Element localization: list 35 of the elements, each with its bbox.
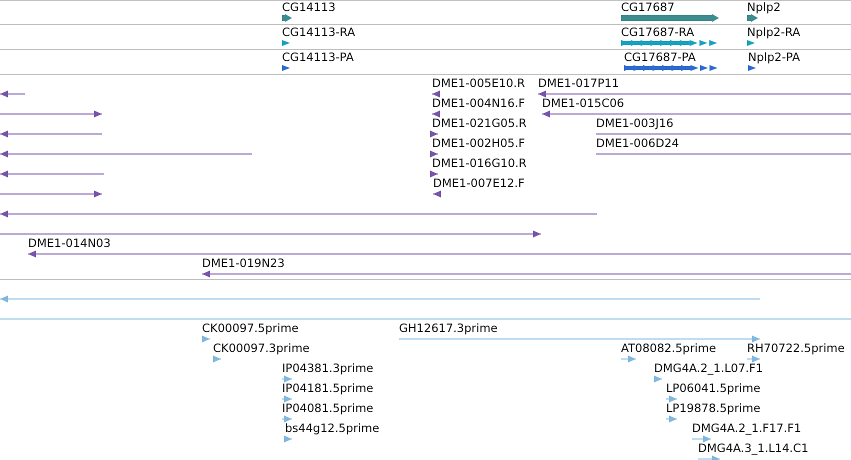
feature-label: IP04181.5prime	[282, 382, 374, 395]
feature-label: DME1-007E12.F	[433, 177, 525, 190]
feature-label: DME1-006D24	[596, 137, 679, 150]
feature-label: DMG4A.2_1.F17.F1	[692, 422, 802, 435]
feature-label: CG14113-RA	[282, 26, 356, 39]
feature-label: CG17687	[621, 1, 675, 14]
feature-label: CG17687-PA	[624, 51, 696, 64]
feature-label: DME1-014N03	[28, 237, 111, 250]
feature-label: bs44g12.5prime	[285, 422, 380, 435]
feature-label: Nplp2	[747, 1, 781, 14]
feature-label: DME1-017P11	[538, 77, 620, 90]
feature-label: DME1-015C06	[542, 97, 624, 110]
feature-label: CG14113	[282, 1, 336, 14]
feature-label: DMG4A.2_1.L07.F1	[654, 362, 763, 375]
feature-label: DME1-005E10.R	[432, 77, 526, 90]
feature-label: DMG4A.3_1.L14.C1	[698, 442, 808, 455]
feature-label: LP19878.5prime	[666, 402, 760, 415]
feature-label: CG17687-RA	[621, 26, 694, 39]
feature-label: Nplp2-RA	[747, 26, 800, 39]
feature-label: DME1-002H05.F	[432, 137, 526, 150]
feature-label: IP04381.3prime	[282, 362, 374, 375]
feature-label: DME1-021G05.R	[432, 117, 527, 130]
feature-label: GH12617.3prime	[399, 322, 498, 335]
feature-label: Nplp2-PA	[748, 51, 800, 64]
feature-label: DME1-016G10.R	[432, 157, 527, 170]
feature-label: IP04081.5prime	[282, 402, 374, 415]
feature-label: CK00097.5prime	[202, 322, 299, 335]
feature-label: CG14113-PA	[282, 51, 354, 64]
feature-label: AT08082.5prime	[621, 342, 716, 355]
feature-label: LP06041.5prime	[666, 382, 760, 395]
feature-label: DME1-019N23	[202, 257, 285, 270]
feature-label: DME1-004N16.F	[432, 97, 525, 110]
feature-label: CK00097.3prime	[213, 342, 310, 355]
feature-label: RH70722.5prime	[747, 342, 845, 355]
feature-label: DME1-003J16	[596, 117, 674, 130]
